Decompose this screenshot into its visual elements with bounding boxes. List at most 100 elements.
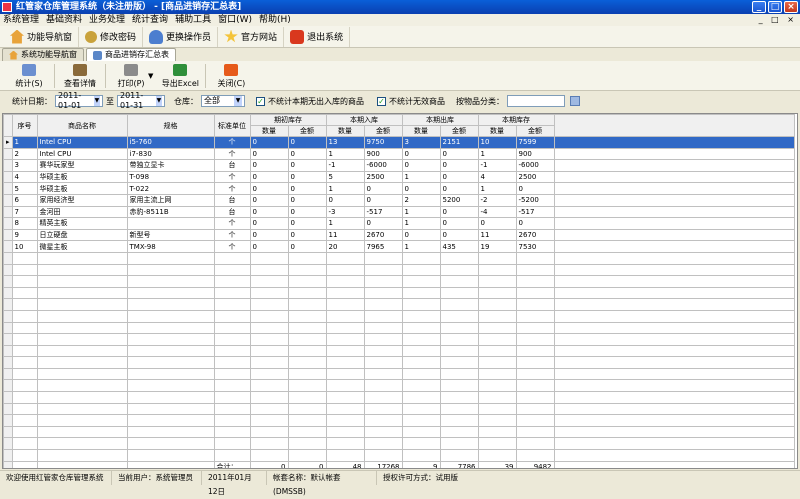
table-cell[interactable]: 0 <box>249 136 289 149</box>
table-cell[interactable] <box>515 414 555 427</box>
table-cell[interactable]: 台 <box>213 159 251 172</box>
table-cell[interactable] <box>249 402 289 416</box>
table-cell[interactable] <box>515 367 555 381</box>
menu-basic-data[interactable]: 基础资料 <box>46 14 82 26</box>
table-cell[interactable]: 0 <box>249 240 289 253</box>
table-cell[interactable] <box>126 286 215 300</box>
table-cell[interactable] <box>287 309 327 323</box>
table-cell[interactable] <box>287 367 327 381</box>
table-cell[interactable] <box>249 321 289 335</box>
table-cell[interactable]: 0 <box>439 170 479 184</box>
table-cell[interactable] <box>36 402 128 416</box>
table-cell[interactable] <box>36 309 128 323</box>
table-cell[interactable] <box>477 391 517 404</box>
table-cell[interactable] <box>11 414 38 427</box>
table-cell[interactable] <box>439 391 479 404</box>
table-cell[interactable] <box>126 402 215 416</box>
table-cell[interactable] <box>401 275 441 288</box>
table-cell[interactable] <box>11 449 38 462</box>
table-cell[interactable] <box>439 321 479 335</box>
chevron-down-icon[interactable]: ▼ <box>234 96 242 106</box>
table-cell[interactable]: 家用主流上网 <box>126 193 215 207</box>
table-cell[interactable] <box>36 298 128 311</box>
table-cell[interactable]: 0 <box>401 228 441 242</box>
table-cell[interactable]: 台 <box>213 193 251 207</box>
table-cell[interactable] <box>363 425 403 439</box>
switch-operator-button[interactable]: 更换操作员 <box>143 26 219 47</box>
table-cell[interactable] <box>477 449 517 462</box>
table-cell[interactable] <box>477 321 517 335</box>
table-cell[interactable]: 0 <box>287 217 327 230</box>
table-cell[interactable]: 2500 <box>515 170 555 184</box>
table-cell[interactable]: -1 <box>477 159 517 172</box>
table-cell[interactable] <box>439 263 479 277</box>
table-cell[interactable]: 0 <box>287 228 327 242</box>
table-cell[interactable]: 个 <box>213 217 251 230</box>
table-cell[interactable] <box>363 321 403 335</box>
table-cell[interactable]: 0 <box>363 217 403 230</box>
table-cell[interactable]: 个 <box>213 136 251 149</box>
table-cell[interactable] <box>325 263 365 277</box>
table-cell[interactable] <box>439 402 479 416</box>
table-cell[interactable]: T-022 <box>126 182 215 195</box>
table-cell[interactable]: 8 <box>11 217 38 230</box>
table-cell[interactable] <box>401 333 441 346</box>
table-cell[interactable] <box>126 251 215 265</box>
table-cell[interactable]: 0 <box>287 240 327 253</box>
table-cell[interactable] <box>126 263 215 277</box>
table-cell[interactable]: 1 <box>401 170 441 184</box>
table-cell[interactable]: 1 <box>325 147 365 161</box>
table-row[interactable] <box>3 333 795 346</box>
table-cell[interactable] <box>213 275 251 288</box>
table-row[interactable]: 5 华硕主板 T-022 个 0 0 1 0 0 0 1 0 <box>3 182 795 195</box>
table-row[interactable] <box>3 367 795 381</box>
table-cell[interactable]: 0 <box>249 147 289 161</box>
table-cell[interactable] <box>325 309 365 323</box>
table-cell[interactable]: 20 <box>325 240 365 253</box>
menu-help[interactable]: 帮助(H) <box>259 14 291 26</box>
table-cell[interactable] <box>477 379 517 393</box>
table-cell[interactable] <box>126 333 215 346</box>
table-cell[interactable]: 0 <box>287 182 327 195</box>
table-cell[interactable] <box>325 425 365 439</box>
table-cell[interactable] <box>515 425 555 439</box>
header-out-qty[interactable]: 数量 <box>401 125 441 137</box>
table-cell[interactable] <box>249 437 289 451</box>
table-cell[interactable] <box>287 286 327 300</box>
table-cell[interactable] <box>515 402 555 416</box>
table-cell[interactable]: 0 <box>439 159 479 172</box>
table-cell[interactable] <box>325 356 365 369</box>
table-cell[interactable]: -2 <box>477 193 517 207</box>
table-cell[interactable]: 0 <box>401 159 441 172</box>
table-cell[interactable] <box>401 309 441 323</box>
table-row[interactable] <box>3 298 795 311</box>
table-cell[interactable] <box>477 356 517 369</box>
table-cell[interactable] <box>287 356 327 369</box>
table-row[interactable] <box>3 414 795 427</box>
category-picker-icon[interactable] <box>570 96 580 106</box>
table-cell[interactable]: 1 <box>401 240 441 253</box>
table-cell[interactable]: 7 <box>11 205 38 219</box>
table-cell[interactable] <box>515 309 555 323</box>
table-cell[interactable] <box>11 391 38 404</box>
table-cell[interactable] <box>287 275 327 288</box>
table-cell[interactable] <box>477 286 517 300</box>
table-cell[interactable] <box>126 414 215 427</box>
table-cell[interactable] <box>439 275 479 288</box>
table-cell[interactable] <box>439 344 479 358</box>
table-cell[interactable]: 0 <box>325 193 365 207</box>
table-cell[interactable]: 0 <box>249 182 289 195</box>
table-row[interactable]: 6 家用经济型 家用主流上网台 0 0 0 0 2 5200 -2 -5200 <box>3 193 795 207</box>
table-cell[interactable]: 0 <box>401 147 441 161</box>
table-cell[interactable]: 2151 <box>439 136 479 149</box>
table-cell[interactable] <box>249 263 289 277</box>
table-cell[interactable]: 0 <box>515 217 555 230</box>
table-cell[interactable] <box>477 309 517 323</box>
warehouse-select[interactable]: 全部 ▼ <box>201 95 245 107</box>
table-cell[interactable] <box>213 321 251 335</box>
table-cell[interactable]: 3 <box>401 136 441 149</box>
table-cell[interactable]: 0 <box>287 170 327 184</box>
table-cell[interactable] <box>126 275 215 288</box>
table-cell[interactable] <box>287 425 327 439</box>
table-cell[interactable] <box>363 379 403 393</box>
